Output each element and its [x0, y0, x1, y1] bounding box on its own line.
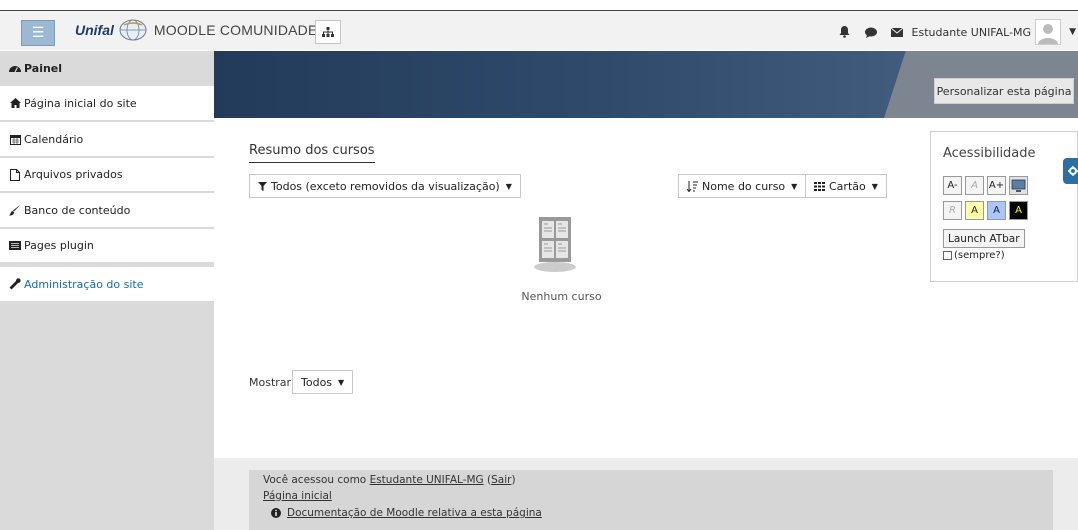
menu-toggle-button[interactable]: ☰ [21, 20, 55, 46]
sidebar-item-label: Painel [24, 61, 63, 75]
navbar: ☰ Unifal MOODLE COMUNIDADE Estudante UNI… [0, 10, 1078, 50]
envelope-icon[interactable] [890, 25, 904, 39]
sidebar-item-label: Página inicial do site [24, 96, 137, 110]
sidebar-item-label: Administração do site [24, 277, 144, 291]
sort-alpha-icon [687, 180, 698, 192]
sidebar-item-label: Banco de conteúdo [24, 203, 131, 217]
login-prefix: Você acessou como [263, 474, 370, 486]
show-label: Mostrar [249, 376, 292, 389]
block-drawer-tab[interactable] [1063, 158, 1078, 184]
sidebar-item-content-bank[interactable]: Banco de conteúdo [0, 193, 214, 228]
show-value: Todos [301, 375, 333, 389]
user-silhouette-icon [1038, 24, 1059, 44]
accessibility-title: Acessibilidade [943, 146, 1036, 161]
wrench-icon [9, 278, 21, 290]
sidebar-item-calendar[interactable]: Calendário [0, 122, 214, 157]
footer-home-row: Página inicial [263, 490, 332, 502]
docs-link[interactable]: Documentação de Moodle relativa a esta p… [287, 507, 542, 519]
gear-icon [1068, 166, 1078, 176]
dashboard-icon [9, 63, 21, 73]
sidebar-item-private-files[interactable]: Arquivos privados [0, 158, 214, 192]
footer-panel: Você acessou como Estudante UNIFAL-MG (S… [249, 470, 1053, 530]
always-label: (sempre?) [954, 250, 1005, 261]
globe-logo-icon [119, 19, 147, 41]
no-courses-icon [534, 217, 576, 272]
sidebar-item-home[interactable]: Página inicial do site [0, 86, 214, 121]
logout-link[interactable]: Sair [491, 474, 511, 486]
caret-down-icon: ▼ [338, 377, 345, 387]
reset-text-button[interactable]: A [965, 176, 984, 195]
yellow-scheme-button[interactable]: A [965, 201, 984, 220]
caret-down-icon: ▼ [505, 181, 512, 191]
pages-icon [9, 241, 21, 250]
avatar[interactable] [1035, 19, 1062, 45]
sidebar-item-label: Calendário [24, 132, 84, 146]
show-count-dropdown[interactable]: Todos ▼ [292, 370, 354, 394]
always-option[interactable]: (sempre?) [943, 250, 1005, 261]
empty-state-text: Nenhum curso [521, 290, 602, 303]
blue-scheme-button[interactable]: A [987, 201, 1006, 220]
customise-page-button[interactable]: Personalizar esta página [934, 78, 1074, 104]
view-label: Cartão [829, 179, 866, 193]
bell-icon[interactable] [838, 25, 852, 39]
user-profile-link[interactable]: Estudante UNIFAL-MG [370, 474, 484, 486]
course-filter-dropdown[interactable]: Todos (exceto removidos da visualização)… [249, 174, 521, 198]
brand[interactable]: Unifal MOODLE COMUNIDADE [75, 17, 318, 43]
docs-row: Documentação de Moodle relativa a esta p… [271, 507, 542, 519]
filter-icon [258, 181, 267, 191]
brand-logo: Unifal [75, 22, 114, 38]
view-dropdown[interactable]: Cartão ▼ [805, 174, 887, 198]
user-name[interactable]: Estudante UNIFAL-MG [912, 26, 1032, 39]
user-menu-caret-icon[interactable]: ▼ [1069, 27, 1076, 37]
user-area: Estudante UNIFAL-MG ▼ [832, 18, 1078, 46]
page-footer: Você acessou como Estudante UNIFAL-MG (S… [214, 458, 1078, 530]
sitemap-icon [322, 26, 334, 37]
site-title: MOODLE COMUNIDADE [153, 22, 318, 38]
sort-label: Nome do curso [702, 179, 786, 193]
top-gap [0, 0, 1078, 10]
increase-text-button[interactable]: A+ [987, 176, 1006, 195]
sidebar-item-painel[interactable]: Painel [0, 51, 214, 85]
info-icon [271, 508, 281, 518]
grid-icon [814, 181, 825, 191]
sidebar-item-label: Arquivos privados [24, 168, 123, 181]
course-overview-title: Resumo dos cursos [249, 143, 375, 163]
black-scheme-button[interactable]: A [1009, 201, 1028, 220]
reset-colour-button[interactable]: R [943, 201, 962, 220]
brush-icon [9, 204, 21, 216]
save-settings-button[interactable] [1009, 176, 1028, 195]
chat-icon[interactable] [864, 25, 878, 39]
launch-atbar-button[interactable]: Launch ATbar [943, 229, 1025, 248]
hamburger-icon: ☰ [31, 25, 45, 41]
save-monitor-icon [1011, 179, 1026, 192]
login-info: Você acessou como Estudante UNIFAL-MG (S… [263, 474, 516, 486]
accessibility-block: Acessibilidade A- A A+ R A A A Launch AT… [930, 131, 1078, 282]
filter-label: Todos (exceto removidos da visualização) [271, 179, 500, 193]
sidebar-item-pages-plugin[interactable]: Pages plugin [0, 229, 214, 263]
decrease-text-button[interactable]: A- [943, 176, 962, 195]
always-checkbox[interactable] [943, 251, 952, 260]
caret-down-icon: ▼ [791, 181, 798, 191]
caret-down-icon: ▼ [871, 181, 878, 191]
calendar-icon [9, 134, 21, 145]
file-icon [9, 168, 21, 181]
home-link[interactable]: Página inicial [263, 490, 332, 502]
sidebar-item-site-admin[interactable]: Administração do site [0, 267, 214, 302]
sitemap-button[interactable] [315, 20, 341, 44]
home-icon [9, 98, 21, 108]
sidebar-item-label: Pages plugin [24, 239, 94, 252]
sort-dropdown[interactable]: Nome do curso ▼ [678, 174, 807, 198]
